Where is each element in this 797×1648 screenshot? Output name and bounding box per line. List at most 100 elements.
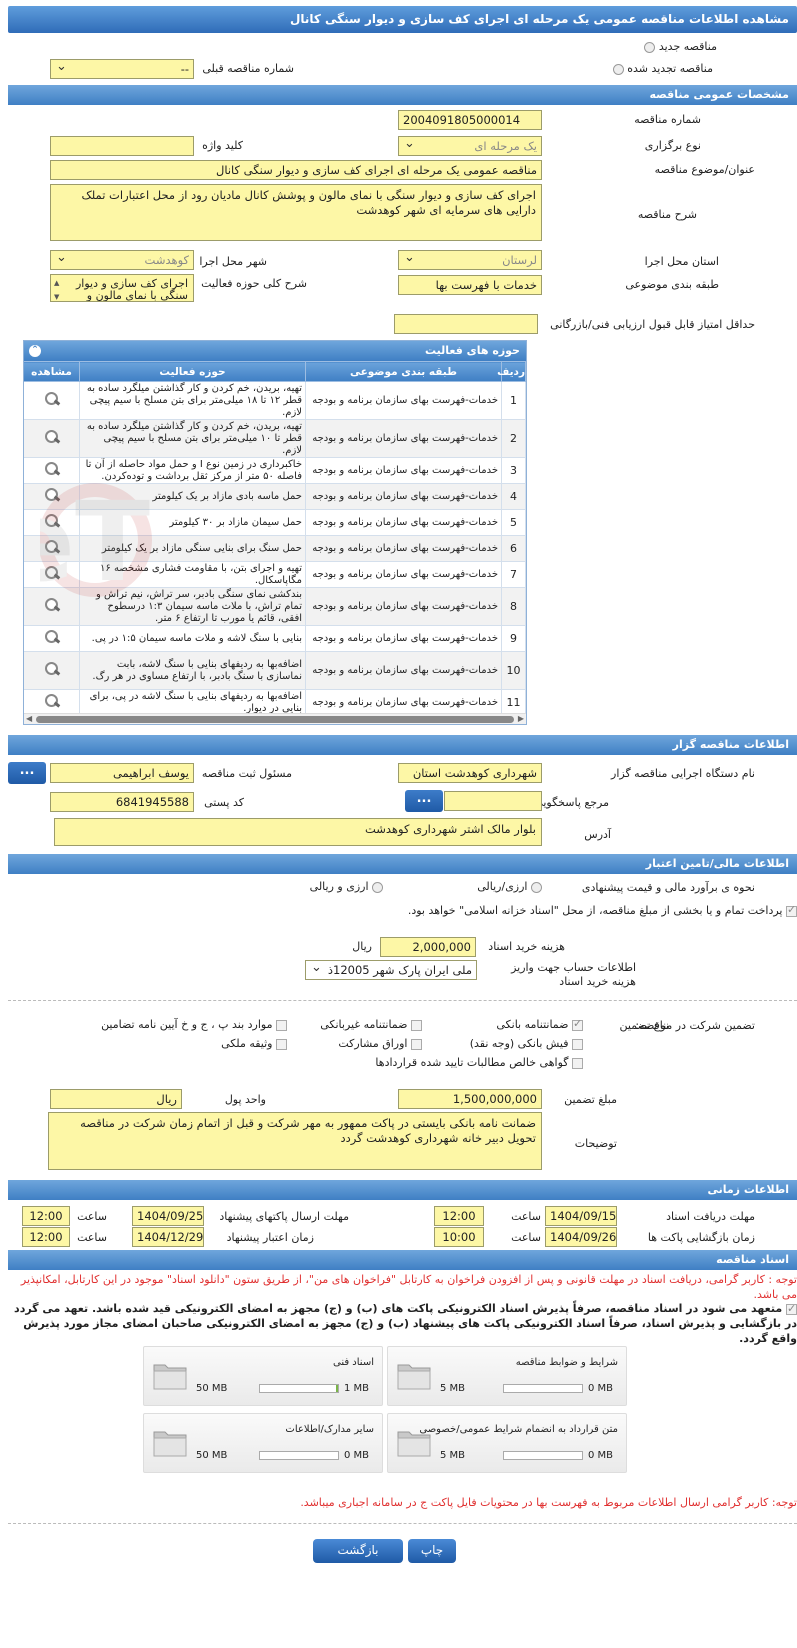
opt-bank-guarantee[interactable]: ضمانتنامه بانکی xyxy=(496,1017,583,1031)
scroll-right-icon[interactable]: ▶ xyxy=(518,714,524,723)
responder-lookup-button[interactable]: ... xyxy=(405,790,443,812)
tender-number-field: 2004091805000014 xyxy=(398,110,542,130)
file-card[interactable]: شرایط و ضوابط مناقصه 5 MB 0 MB xyxy=(387,1346,627,1406)
magnifier-icon[interactable] xyxy=(42,597,62,613)
currency-field: ریال xyxy=(50,1089,182,1109)
account-select[interactable]: ملی ایران پارک شهر 12005ذ xyxy=(305,960,477,980)
file-name: متن قرارداد به انضمام شرایط عمومی/خصوصی xyxy=(419,1424,618,1435)
magnifier-icon[interactable] xyxy=(42,429,62,445)
radio-renewed-tender[interactable]: مناقصه تجدید شده xyxy=(612,62,713,75)
bank-guarantee-checkbox[interactable] xyxy=(572,1017,583,1031)
commit-checkbox[interactable] xyxy=(786,1301,797,1316)
validity-time: 12:00 xyxy=(22,1227,70,1247)
opt-bonds-guarantee[interactable]: اوراق مشارکت xyxy=(338,1037,422,1050)
folder-icon xyxy=(397,1431,431,1457)
row-view-cell[interactable] xyxy=(24,419,80,458)
magnifier-icon[interactable] xyxy=(42,461,62,477)
file-name: شرایط و ضوابط مناقصه xyxy=(515,1357,618,1368)
file-card[interactable]: اسناد فنی 50 MB 1 MB xyxy=(143,1346,383,1406)
magnifier-icon[interactable] xyxy=(42,539,62,555)
radio-new-icon[interactable] xyxy=(644,41,656,53)
activity-scope-field[interactable]: اجرای کف سازی و دیوار سنگی با نمای مالون… xyxy=(50,274,194,302)
claims-guarantee-checkbox[interactable] xyxy=(572,1057,583,1069)
notes-label: توضیحات xyxy=(574,1137,617,1150)
org-name-field: شهرداری کوهدشت استان xyxy=(398,763,542,783)
bonds-guarantee-checkbox[interactable] xyxy=(411,1038,422,1050)
guarantee-type-label: نوع تضمین xyxy=(619,1019,669,1032)
holding-type-select[interactable]: یک مرحله ای xyxy=(398,136,542,156)
magnifier-icon[interactable] xyxy=(42,487,62,503)
radio-rial-icon[interactable] xyxy=(531,881,542,893)
row-view-cell[interactable] xyxy=(24,651,80,690)
grid-horizontal-scrollbar[interactable]: ▶ ◀ xyxy=(24,713,526,724)
row-view-cell[interactable] xyxy=(24,689,80,716)
file-card[interactable]: سایر مدارک/اطلاعات 50 MB 0 MB xyxy=(143,1413,383,1473)
activity-scope-label: شرح کلی حوزه فعالیت xyxy=(201,277,307,290)
subject-field: مناقصه عمومی یک مرحله ای اجرای کف سازی و… xyxy=(50,160,542,180)
opt-items-guarantee[interactable]: موارد بند پ ، ج و خ آیین نامه تضامین xyxy=(101,1018,287,1031)
magnifier-icon[interactable] xyxy=(42,513,62,529)
magnifier-icon[interactable] xyxy=(42,661,62,677)
row-category: خدمات-فهرست بهای سازمان برنامه و بودجه xyxy=(305,651,502,690)
radio-fx-icon[interactable] xyxy=(372,881,383,893)
city-select[interactable]: کوهدشت xyxy=(50,250,194,270)
scroll-down-icon[interactable]: ▼ xyxy=(54,291,59,301)
row-activity: تهیه، بریدن، خم کردن و کار گذاشتن میلگرد… xyxy=(79,419,306,458)
magnifier-icon[interactable] xyxy=(42,693,62,709)
row-view-cell[interactable] xyxy=(24,381,80,420)
currency-label: واحد پول xyxy=(224,1093,266,1106)
general-section-header: مشخصات عمومی مناقصه xyxy=(8,85,797,105)
treasury-checkbox[interactable] xyxy=(786,903,797,917)
row-category: خدمات-فهرست بهای سازمان برنامه و بودجه xyxy=(305,535,502,562)
collapse-icon[interactable]: ⌃ xyxy=(29,345,41,357)
treasury-checkbox-row[interactable]: پرداخت تمام و یا بخشی از مبلغ مناقصه، از… xyxy=(407,903,797,918)
items-guarantee-checkbox[interactable] xyxy=(276,1019,287,1031)
prev-number-select[interactable]: -- xyxy=(50,59,194,79)
radio-rial-option[interactable]: ارزی/ریالی xyxy=(477,880,542,893)
row-view-cell[interactable] xyxy=(24,625,80,652)
scroll-up-icon[interactable]: ▲ xyxy=(54,277,59,289)
cash-guarantee-checkbox[interactable] xyxy=(572,1038,583,1050)
commit-checkbox-row[interactable]: متعهد می شود در اسناد مناقصه، صرفاً پذیر… xyxy=(8,1301,797,1346)
table-row: 7 خدمات-فهرست بهای سازمان برنامه و بودجه ت… xyxy=(24,561,526,588)
submit-bids-label: مهلت ارسال پاکتهای پیشنهاد xyxy=(219,1210,349,1223)
opt-cash-guarantee[interactable]: فیش بانکی (وجه نقد) xyxy=(470,1037,583,1050)
magnifier-icon[interactable] xyxy=(42,391,62,407)
magnifier-icon[interactable] xyxy=(42,565,62,581)
file-card[interactable]: متن قرارداد به انضمام شرایط عمومی/خصوصی 5… xyxy=(387,1413,627,1473)
keyword-field[interactable] xyxy=(50,136,194,156)
row-view-cell[interactable] xyxy=(24,561,80,588)
opt-nonbank-guarantee[interactable]: ضمانتنامه غیربانکی xyxy=(320,1018,422,1031)
row-activity: بندکشی نمای سنگی بادبر، سر تراش، نیم ترا… xyxy=(79,587,306,626)
row-category: خدمات-فهرست بهای سازمان برنامه و بودجه xyxy=(305,561,502,588)
print-button[interactable]: چاپ xyxy=(408,1539,456,1563)
nonbank-guarantee-checkbox[interactable] xyxy=(411,1019,422,1031)
table-row: 8 خدمات-فهرست بهای سازمان برنامه و بودجه ب… xyxy=(24,587,526,626)
radio-fx-option[interactable]: ارزی و ریالی xyxy=(310,880,383,893)
opt-claims-guarantee[interactable]: گواهی خالص مطالبات تایید شده قراردادها xyxy=(375,1056,583,1069)
file-progress-bar xyxy=(259,1384,339,1393)
receive-time-label: ساعت xyxy=(511,1210,541,1223)
row-view-cell[interactable] xyxy=(24,535,80,562)
opt-property-guarantee[interactable]: وثیقه ملکی xyxy=(221,1037,287,1050)
back-button[interactable]: بازگشت xyxy=(313,1539,403,1563)
scroll-left-icon[interactable]: ◀ xyxy=(26,714,32,723)
radio-new-tender[interactable]: مناقصه جدید xyxy=(644,40,717,53)
registrar-lookup-button[interactable]: ... xyxy=(8,762,46,784)
row-view-cell[interactable] xyxy=(24,457,80,484)
province-select[interactable]: لرستان xyxy=(398,250,542,270)
radio-renewed-icon[interactable] xyxy=(612,63,624,75)
prev-number-label: شماره مناقصه قبلی xyxy=(202,62,294,75)
row-view-cell[interactable] xyxy=(24,483,80,510)
property-guarantee-checkbox[interactable] xyxy=(276,1038,287,1050)
row-activity: تهیه و اجرای بتن، با مقاومت فشاری مشخصه … xyxy=(79,561,306,588)
magnifier-icon[interactable] xyxy=(42,629,62,645)
row-view-cell[interactable] xyxy=(24,587,80,626)
row-view-cell[interactable] xyxy=(24,509,80,536)
col-view-header: مشاهده xyxy=(24,361,80,382)
submit-bids-time: 12:00 xyxy=(22,1206,70,1226)
file-max-size: 50 MB xyxy=(196,1450,228,1461)
opening-time-label: ساعت xyxy=(511,1231,541,1244)
scrollbar-thumb[interactable] xyxy=(36,716,514,723)
divider-bottom xyxy=(8,1523,797,1524)
